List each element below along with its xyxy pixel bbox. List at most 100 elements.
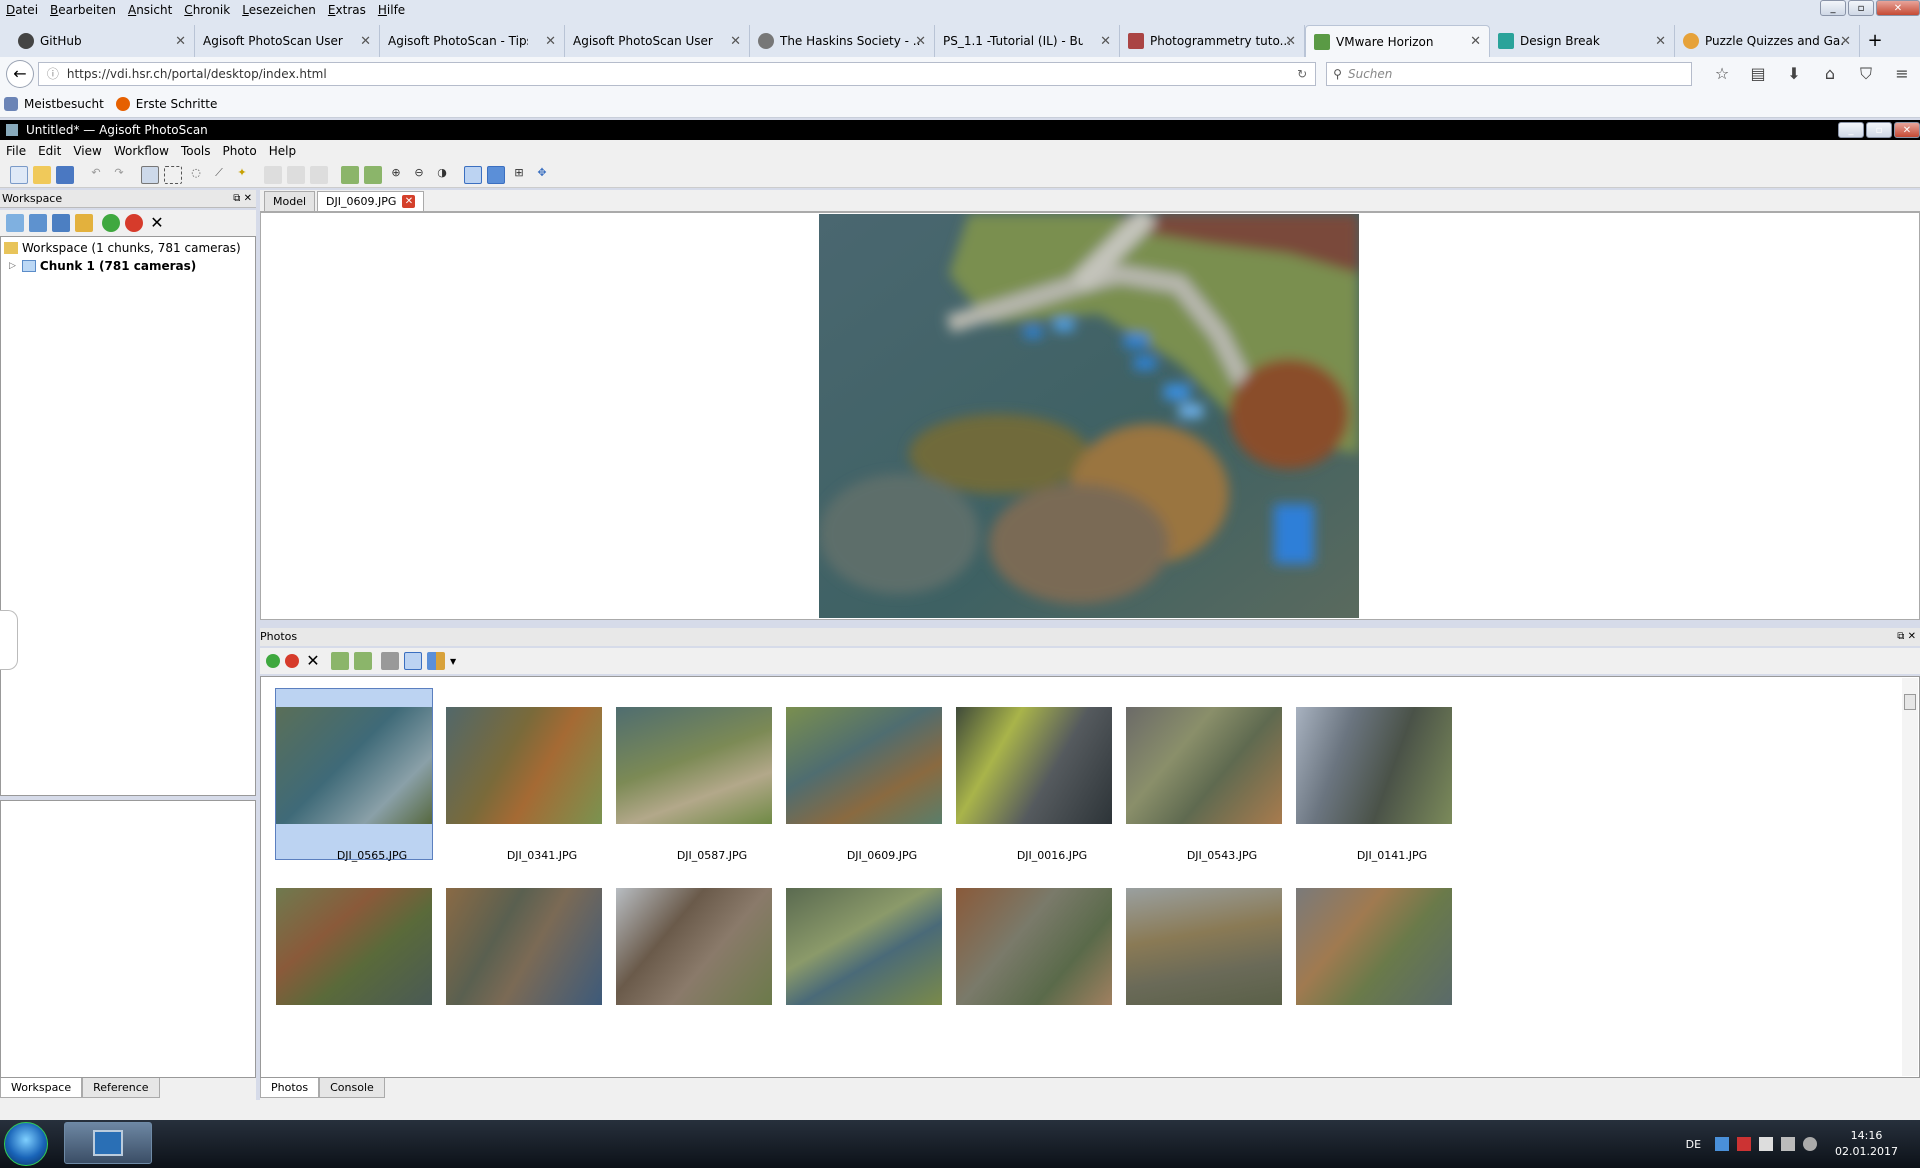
maximize-button[interactable]: ▫ bbox=[1848, 0, 1874, 16]
menu-bearbeiten[interactable]: Bearbeiten bbox=[44, 3, 122, 17]
crop-icon[interactable] bbox=[287, 165, 305, 184]
tree-workspace-root[interactable]: Workspace (1 chunks, 781 cameras) bbox=[1, 239, 255, 257]
tab-close-icon[interactable]: ✕ bbox=[1655, 34, 1666, 49]
dropbox-icon[interactable] bbox=[1715, 1137, 1730, 1151]
remove-icon[interactable]: ✕ bbox=[148, 214, 166, 232]
tab-photoscan-manual-2[interactable]: Agisoft PhotoScan User M... ✕ bbox=[565, 25, 750, 57]
tab-close-icon[interactable]: ✕ bbox=[730, 34, 741, 49]
menu-datei[interactable]: Datei bbox=[0, 3, 44, 17]
tab-github[interactable]: GitHub ✕ bbox=[10, 25, 195, 57]
menu-file[interactable]: File bbox=[0, 144, 32, 158]
tab-model[interactable]: Model bbox=[264, 191, 316, 211]
minimize-button[interactable]: _ bbox=[1820, 0, 1846, 16]
disable-cameras-icon[interactable] bbox=[285, 654, 299, 668]
tab-photos[interactable]: Photos bbox=[260, 1078, 320, 1098]
aerial-photo[interactable] bbox=[819, 214, 1359, 618]
undo-icon[interactable]: ↶ bbox=[87, 166, 105, 184]
dock-float-close-icons[interactable]: ⧉ ✕ bbox=[1897, 628, 1916, 646]
back-button[interactable]: ← bbox=[6, 59, 34, 88]
network-icon[interactable] bbox=[1781, 1137, 1796, 1151]
scrollbar-thumb[interactable] bbox=[1904, 694, 1916, 710]
dock-float-close-icons[interactable]: ⧉ ✕ bbox=[233, 190, 252, 208]
tab-haskins[interactable]: The Haskins Society - ... ✕ bbox=[750, 25, 935, 57]
navigation-icon[interactable] bbox=[141, 165, 159, 184]
tab-puzzle-quizzes[interactable]: Puzzle Quizzes and Ga... ✕ bbox=[1675, 25, 1860, 57]
antivirus-icon[interactable] bbox=[1737, 1137, 1752, 1151]
tab-photogrammetry[interactable]: Photogrammetry tuto... ✕ bbox=[1120, 25, 1305, 57]
volume-icon[interactable] bbox=[1803, 1137, 1818, 1151]
menu-extras[interactable]: Extras bbox=[322, 3, 372, 17]
enable-icon[interactable] bbox=[102, 214, 120, 232]
tab-close-icon[interactable]: ✕ bbox=[175, 34, 186, 49]
home-icon[interactable]: ⌂ bbox=[1812, 64, 1848, 84]
photo-thumbnail[interactable] bbox=[276, 707, 432, 824]
photo-thumbnail[interactable] bbox=[786, 707, 942, 824]
tab-close-icon[interactable]: ✕ bbox=[915, 34, 926, 49]
tab-close-icon[interactable]: ✕ bbox=[1840, 34, 1851, 49]
photo-thumbnail[interactable] bbox=[1296, 888, 1452, 1005]
close-button[interactable]: ✕ bbox=[1876, 0, 1920, 16]
app-maximize-button[interactable]: ▫ bbox=[1866, 122, 1892, 138]
rotate-left-icon[interactable] bbox=[331, 652, 349, 670]
tab-close-icon[interactable]: ✕ bbox=[1100, 34, 1111, 49]
photo-thumbnail[interactable] bbox=[616, 888, 772, 1005]
new-tab-button[interactable]: + bbox=[1860, 25, 1890, 57]
app-minimize-button[interactable]: _ bbox=[1838, 122, 1864, 138]
brightness-icon[interactable]: ◑ bbox=[433, 166, 451, 184]
ruler-icon[interactable]: ⟋ bbox=[210, 166, 228, 184]
menu-workflow[interactable]: Workflow bbox=[108, 144, 175, 158]
flag-icon[interactable] bbox=[1759, 1137, 1774, 1151]
cut-icon[interactable] bbox=[264, 165, 282, 184]
filter-icon[interactable] bbox=[381, 652, 399, 670]
tab-console[interactable]: Console bbox=[319, 1078, 385, 1098]
menu-lesezeichen[interactable]: Lesezeichen bbox=[236, 3, 322, 17]
menu-edit[interactable]: Edit bbox=[32, 144, 67, 158]
bookmark-erste-schritte[interactable]: Erste Schritte bbox=[115, 96, 217, 111]
photos-scrollbar[interactable] bbox=[1902, 678, 1918, 1076]
bookmark-star-icon[interactable]: ☆ bbox=[1704, 64, 1740, 84]
tab-close-icon[interactable]: ✕ bbox=[1285, 34, 1296, 49]
zoom-out-icon[interactable]: ⊖ bbox=[410, 166, 428, 184]
add-chunk-icon[interactable] bbox=[6, 214, 24, 232]
grid-icon[interactable]: ⊞ bbox=[510, 166, 528, 184]
save-icon[interactable] bbox=[56, 165, 74, 184]
view-icon[interactable] bbox=[404, 652, 422, 670]
tab-photoscan-manual-1[interactable]: Agisoft PhotoScan User M... ✕ bbox=[195, 25, 380, 57]
tab-close-icon[interactable]: ✕ bbox=[1470, 34, 1481, 49]
close-tab-icon[interactable]: ✕ bbox=[402, 195, 416, 208]
tab-vmware-horizon[interactable]: VMware Horizon ✕ bbox=[1305, 25, 1490, 57]
photo-thumbnail[interactable] bbox=[786, 888, 942, 1005]
photo-thumbnail[interactable] bbox=[446, 888, 602, 1005]
menu-ansicht[interactable]: Ansicht bbox=[122, 3, 178, 17]
new-icon[interactable] bbox=[10, 165, 28, 184]
delete-selection-icon[interactable] bbox=[310, 165, 328, 184]
redo-icon[interactable]: ↷ bbox=[110, 166, 128, 184]
tab-photo[interactable]: DJI_0609.JPG ✕ bbox=[317, 191, 425, 211]
photo-thumbnail[interactable] bbox=[1126, 888, 1282, 1005]
disable-icon[interactable] bbox=[125, 214, 143, 232]
rotate-right-icon[interactable] bbox=[354, 652, 372, 670]
tab-close-icon[interactable]: ✕ bbox=[545, 34, 556, 49]
open-icon[interactable] bbox=[33, 165, 51, 184]
show-cameras-icon[interactable] bbox=[464, 165, 482, 184]
add-marker-icon[interactable] bbox=[75, 214, 93, 232]
remove-cameras-icon[interactable]: ✕ bbox=[304, 652, 322, 670]
tab-photoscan-tips[interactable]: Agisoft PhotoScan - Tips a... ✕ bbox=[380, 25, 565, 57]
bookmark-meistbesucht[interactable]: Meistbesucht bbox=[4, 96, 104, 111]
download-icon[interactable]: ⬇ bbox=[1776, 64, 1812, 84]
menu-view[interactable]: View bbox=[67, 144, 107, 158]
menu-help[interactable]: Help bbox=[263, 144, 302, 158]
app-close-button[interactable]: ✕ bbox=[1894, 122, 1920, 138]
magic-wand-icon[interactable]: ✦ bbox=[233, 166, 251, 184]
start-button[interactable] bbox=[4, 1122, 48, 1166]
url-bar[interactable]: ⓘ https://vdi.hsr.ch/portal/desktop/inde… bbox=[37, 61, 1317, 86]
photo-thumbnail[interactable] bbox=[616, 707, 772, 824]
menu-photo[interactable]: Photo bbox=[217, 144, 263, 158]
tab-design-break[interactable]: Design Break ✕ bbox=[1490, 25, 1675, 57]
expand-arrow-icon[interactable]: ▷ bbox=[9, 261, 16, 271]
photo-thumbnail[interactable] bbox=[1296, 707, 1452, 824]
lasso-icon[interactable]: ◌ bbox=[187, 166, 205, 184]
info-icon[interactable]: ⓘ bbox=[47, 65, 59, 82]
reading-list-icon[interactable]: ▤ bbox=[1740, 64, 1776, 84]
rotate-right-icon[interactable] bbox=[364, 165, 382, 184]
